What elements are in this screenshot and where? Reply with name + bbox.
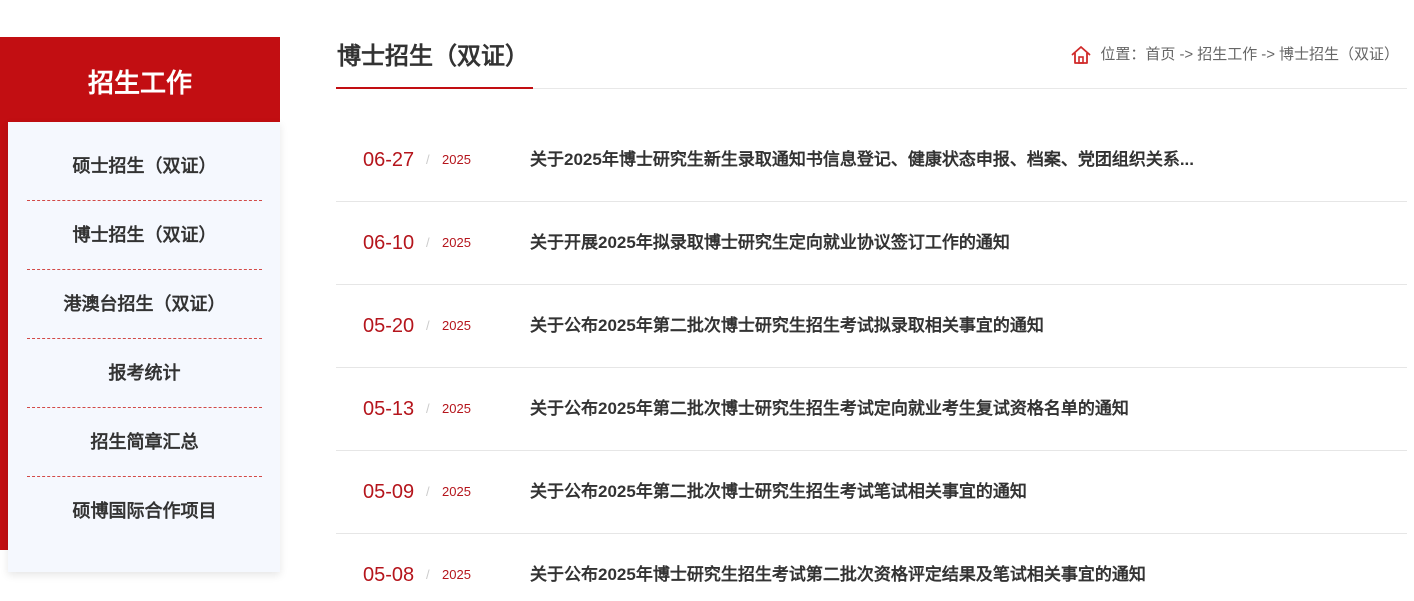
news-date: 05-08	[363, 564, 415, 586]
news-year: 2025	[442, 318, 471, 333]
news-year: 2025	[442, 567, 471, 582]
breadcrumb: 位置： 首页 -> 招生工作 -> 博士招生（双证）	[1070, 44, 1399, 66]
breadcrumb-current[interactable]: 博士招生（双证）	[1279, 44, 1399, 66]
news-year: 2025	[442, 401, 471, 416]
page-title: 博士招生（双证）	[337, 43, 529, 70]
date-separator: /	[426, 235, 430, 250]
sidebar-accent-strip	[0, 122, 8, 550]
news-item[interactable]: 05-08 / 2025 关于公布2025年博士研究生招生考试第二批次资格评定结…	[336, 534, 1407, 601]
date-separator: /	[426, 567, 430, 582]
sidebar-header: 招生工作	[0, 37, 280, 122]
title-underline	[336, 87, 533, 89]
date-separator: /	[426, 484, 430, 499]
news-year: 2025	[442, 152, 471, 167]
sidebar-item-admission-brochures[interactable]: 招生简章汇总	[27, 409, 262, 477]
sidebar-nav: 硕士招生（双证） 博士招生（双证） 港澳台招生（双证） 报考统计 招生简章汇总 …	[8, 122, 280, 572]
breadcrumb-prefix: 位置：	[1100, 46, 1146, 63]
home-icon[interactable]	[1070, 44, 1092, 66]
breadcrumb-admission-work[interactable]: 招生工作	[1197, 44, 1257, 66]
news-title-link[interactable]: 关于公布2025年第二批次博士研究生招生考试笔试相关事宜的通知	[530, 480, 1027, 504]
news-year: 2025	[442, 235, 471, 250]
news-date: 05-09	[363, 481, 415, 503]
sidebar-item-doctoral-admission[interactable]: 博士招生（双证）	[27, 202, 262, 270]
date-separator: /	[426, 318, 430, 333]
news-item[interactable]: 05-13 / 2025 关于公布2025年第二批次博士研究生招生考试定向就业考…	[336, 368, 1407, 451]
news-item[interactable]: 05-09 / 2025 关于公布2025年第二批次博士研究生招生考试笔试相关事…	[336, 451, 1407, 534]
breadcrumb-separator: ->	[1261, 46, 1275, 63]
news-item[interactable]: 06-10 / 2025 关于开展2025年拟录取博士研究生定向就业协议签订工作…	[336, 202, 1407, 285]
news-date: 06-27	[363, 149, 415, 171]
news-item[interactable]: 05-20 / 2025 关于公布2025年第二批次博士研究生招生考试拟录取相关…	[336, 285, 1407, 368]
page: 招生工作 硕士招生（双证） 博士招生（双证） 港澳台招生（双证） 报考统计 招生…	[0, 0, 1414, 601]
sidebar-title: 招生工作	[87, 68, 192, 98]
news-date: 05-13	[363, 398, 415, 420]
sidebar-item-master-admission[interactable]: 硕士招生（双证）	[27, 133, 262, 201]
news-title-link[interactable]: 关于公布2025年第二批次博士研究生招生考试定向就业考生复试资格名单的通知	[530, 397, 1129, 421]
news-date: 05-20	[363, 315, 415, 337]
breadcrumb-home[interactable]: 首页	[1145, 44, 1175, 66]
news-title-link[interactable]: 关于公布2025年第二批次博士研究生招生考试拟录取相关事宜的通知	[530, 314, 1044, 338]
sidebar-item-hmt-admission[interactable]: 港澳台招生（双证）	[27, 271, 262, 339]
news-item[interactable]: 06-27 / 2025 关于2025年博士研究生新生录取通知书信息登记、健康状…	[336, 119, 1407, 202]
date-separator: /	[426, 401, 430, 416]
news-year: 2025	[442, 484, 471, 499]
sidebar-item-international-programs[interactable]: 硕博国际合作项目	[27, 478, 262, 545]
news-date: 06-10	[363, 232, 415, 254]
breadcrumb-separator: ->	[1179, 46, 1194, 63]
news-title-link[interactable]: 关于公布2025年博士研究生招生考试第二批次资格评定结果及笔试相关事宜的通知	[530, 563, 1146, 587]
news-title-link[interactable]: 关于开展2025年拟录取博士研究生定向就业协议签订工作的通知	[530, 231, 1010, 255]
sidebar-item-application-statistics[interactable]: 报考统计	[27, 340, 262, 408]
date-separator: /	[426, 152, 430, 167]
news-title-link[interactable]: 关于2025年博士研究生新生录取通知书信息登记、健康状态申报、档案、党团组织关系…	[530, 148, 1194, 172]
